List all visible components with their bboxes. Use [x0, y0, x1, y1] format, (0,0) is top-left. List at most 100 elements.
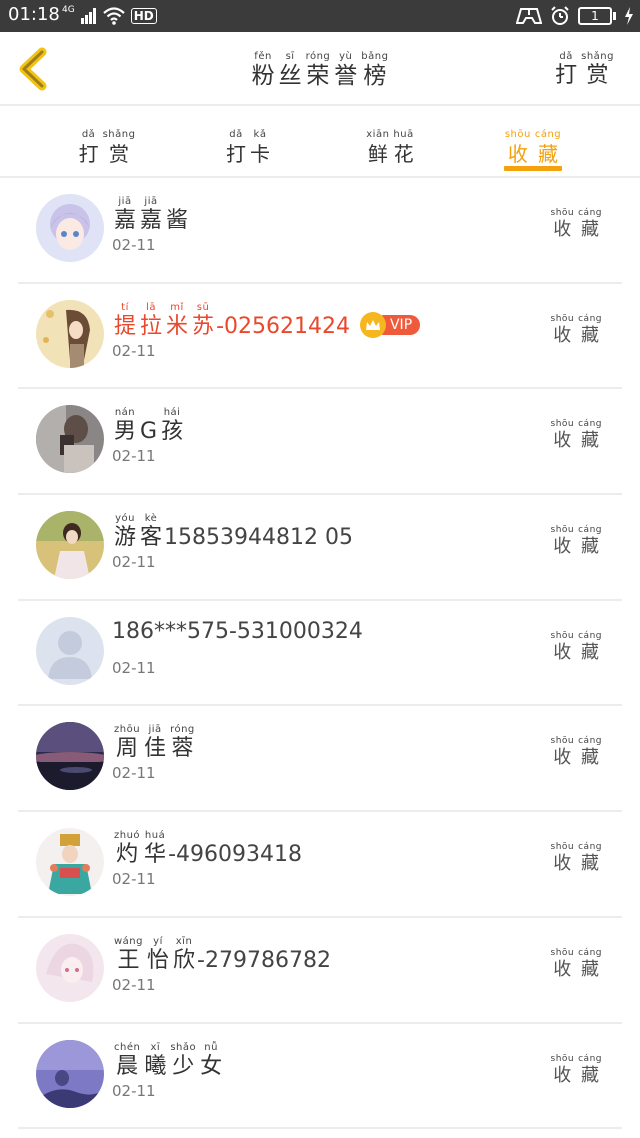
fan-row[interactable]: zhuó 灼 huá 华 -496093418 02-11 shōu 收 cáng 藏	[0, 812, 640, 918]
hanzi: 卡	[250, 142, 270, 166]
hanzi: 苏	[192, 313, 215, 339]
hanzi: 藏	[581, 536, 600, 558]
char: cáng 藏	[578, 524, 602, 558]
fan-date: 02-11	[112, 870, 156, 889]
pinyin: shōu	[550, 208, 575, 218]
avatar[interactable]	[36, 511, 104, 580]
char: xīn 欣	[173, 936, 195, 974]
pinyin: shǎng	[102, 129, 136, 140]
char: hái 孩	[161, 407, 183, 445]
fan-name-suffix: -025621424	[216, 313, 350, 339]
tab-flowers[interactable]: xiān 鲜 huā 花	[335, 122, 445, 167]
char: dǎ 打	[226, 129, 246, 167]
avatar[interactable]	[36, 194, 104, 262]
hanzi: 藏	[581, 219, 600, 240]
pinyin: shōu	[550, 947, 575, 958]
pinyin: cáng	[578, 947, 602, 958]
char: jiā 佳	[144, 724, 166, 762]
hanzi: 藏	[581, 641, 600, 663]
page-title: fěn 粉 sī 丝 róng 荣 yù 誉 bǎng 榜	[160, 44, 480, 89]
hanzi: 男	[114, 419, 137, 445]
tab-reward[interactable]: dǎ 打 shǎng 赏	[52, 122, 162, 167]
status-bar: 01:18 4G HD 1	[0, 0, 640, 32]
hanzi: 华	[144, 842, 167, 868]
pinyin: sū	[196, 301, 210, 313]
fan-date: 02-11	[112, 447, 156, 466]
pinyin: hái	[163, 407, 181, 419]
pinyin: shōu	[550, 630, 575, 641]
fan-name: 186***575-531000324	[112, 619, 363, 645]
hanzi: 收	[553, 747, 572, 769]
char: huá 华	[144, 830, 166, 868]
pinyin: mǐ	[170, 301, 184, 313]
pinyin: cáng	[578, 208, 602, 218]
fan-date: 02-11	[112, 553, 156, 572]
hanzi: 客	[140, 525, 163, 551]
tab-bar: dǎ 打 shǎng 赏 dǎ 打 kǎ 卡 xiān 鲜 huā 花 shōu 收 cáng 藏	[0, 108, 640, 178]
favorite-label: shōu 收 cáng 藏	[549, 306, 605, 347]
avatar[interactable]	[36, 616, 104, 685]
pinyin: cáng	[578, 313, 602, 324]
favorite-label: shōu 收 cáng 藏	[549, 728, 605, 769]
hanzi: 收	[553, 641, 572, 663]
avatar[interactable]	[36, 933, 104, 1002]
char: shōu 收	[551, 1053, 575, 1087]
pinyin: huá	[144, 830, 166, 842]
fan-row[interactable]: 186***575-531000324 02-11 shōu 收 cáng 藏	[0, 601, 640, 707]
pinyin: nǚ	[204, 1041, 218, 1053]
favorite-label: shōu 收 cáng 藏	[549, 200, 605, 241]
fan-row[interactable]: tí 提 lā 拉 mǐ 米 sū 苏 -025621424 VIP 02-11 shōu 收 cáng 藏	[0, 284, 640, 390]
char: cáng 藏	[578, 1053, 602, 1087]
tab-favorites[interactable]: shōu 收 cáng 藏	[478, 122, 588, 167]
reward-button[interactable]: dǎ 打 shǎng 赏	[553, 44, 616, 89]
pinyin: shōu	[550, 313, 575, 324]
pinyin: tí	[121, 301, 129, 313]
hanzi: 赏	[109, 142, 129, 166]
pinyin: shōu	[550, 1053, 575, 1064]
app-header: fěn 粉 sī 丝 róng 荣 yù 誉 bǎng 榜 dǎ 打 shǎng 赏	[0, 32, 640, 106]
back-arrow-icon[interactable]	[14, 46, 54, 92]
hanzi: 蓉	[171, 736, 194, 762]
pinyin: cáng	[578, 419, 602, 430]
fan-row[interactable]: jiā 嘉 jiā 嘉酱 02-11 shōu 收 cáng 藏	[0, 178, 640, 284]
fan-row[interactable]: yóu 游 kè 客 15853944812 05 02-11 shōu 收 cáng 藏	[0, 495, 640, 601]
hanzi: 鲜	[367, 142, 388, 166]
avatar[interactable]	[36, 405, 104, 474]
row-divider	[18, 1127, 622, 1130]
hanzi: 周	[116, 736, 139, 762]
fan-row[interactable]: wáng 王 yí 怡 xīn 欣 -279786782 02-11 shōu 收 cáng 藏	[0, 918, 640, 1024]
hanzi: 藏	[581, 1064, 600, 1086]
pinyin: shōu	[550, 525, 575, 536]
fan-row[interactable]: chén 晨 xī 曦 shǎo 少 nǚ 女 02-11 shōu 收 cáng 藏	[0, 1024, 640, 1130]
hanzi: 誉	[334, 63, 358, 89]
fan-row[interactable]: nán 男 Ghái 孩 02-11 shōu 收 cáng 藏	[0, 389, 640, 496]
hanzi: 榜	[363, 63, 387, 89]
hanzi: 女	[200, 1053, 223, 1079]
hanzi: 酱	[166, 208, 189, 233]
hanzi: 粉	[251, 63, 275, 89]
avatar[interactable]	[36, 299, 104, 368]
hanzi: 打	[226, 142, 246, 166]
pinyin: xīn	[175, 935, 193, 947]
pinyin: chén	[114, 1041, 141, 1053]
pinyin: dǎ	[229, 129, 243, 140]
char: sī 丝	[279, 51, 302, 89]
hanzi: 荣	[306, 63, 330, 89]
pinyin: zhōu	[114, 724, 141, 736]
avatar[interactable]	[36, 1039, 104, 1108]
tab-checkin[interactable]: dǎ 打 kǎ 卡	[193, 122, 303, 167]
char: cáng 藏	[578, 313, 602, 347]
char: zhōu 周	[114, 724, 140, 762]
avatar[interactable]	[36, 722, 104, 791]
pinyin: cáng	[578, 1053, 602, 1064]
char: mǐ 米	[166, 302, 188, 340]
pinyin: kè	[144, 513, 158, 525]
char: cáng 藏	[578, 207, 602, 241]
hanzi: 曦	[144, 1053, 167, 1079]
fan-name: tí 提 lā 拉 mǐ 米 sū 苏 -025621424 VIP	[112, 301, 421, 340]
hanzi: 藏	[538, 142, 558, 166]
fan-row[interactable]: zhōu 周 jiā 佳 róng 蓉 02-11 shōu 收 cáng 藏	[0, 706, 640, 813]
avatar[interactable]	[36, 828, 104, 897]
char: cáng 藏	[578, 735, 602, 769]
pinyin: róng	[305, 51, 331, 62]
